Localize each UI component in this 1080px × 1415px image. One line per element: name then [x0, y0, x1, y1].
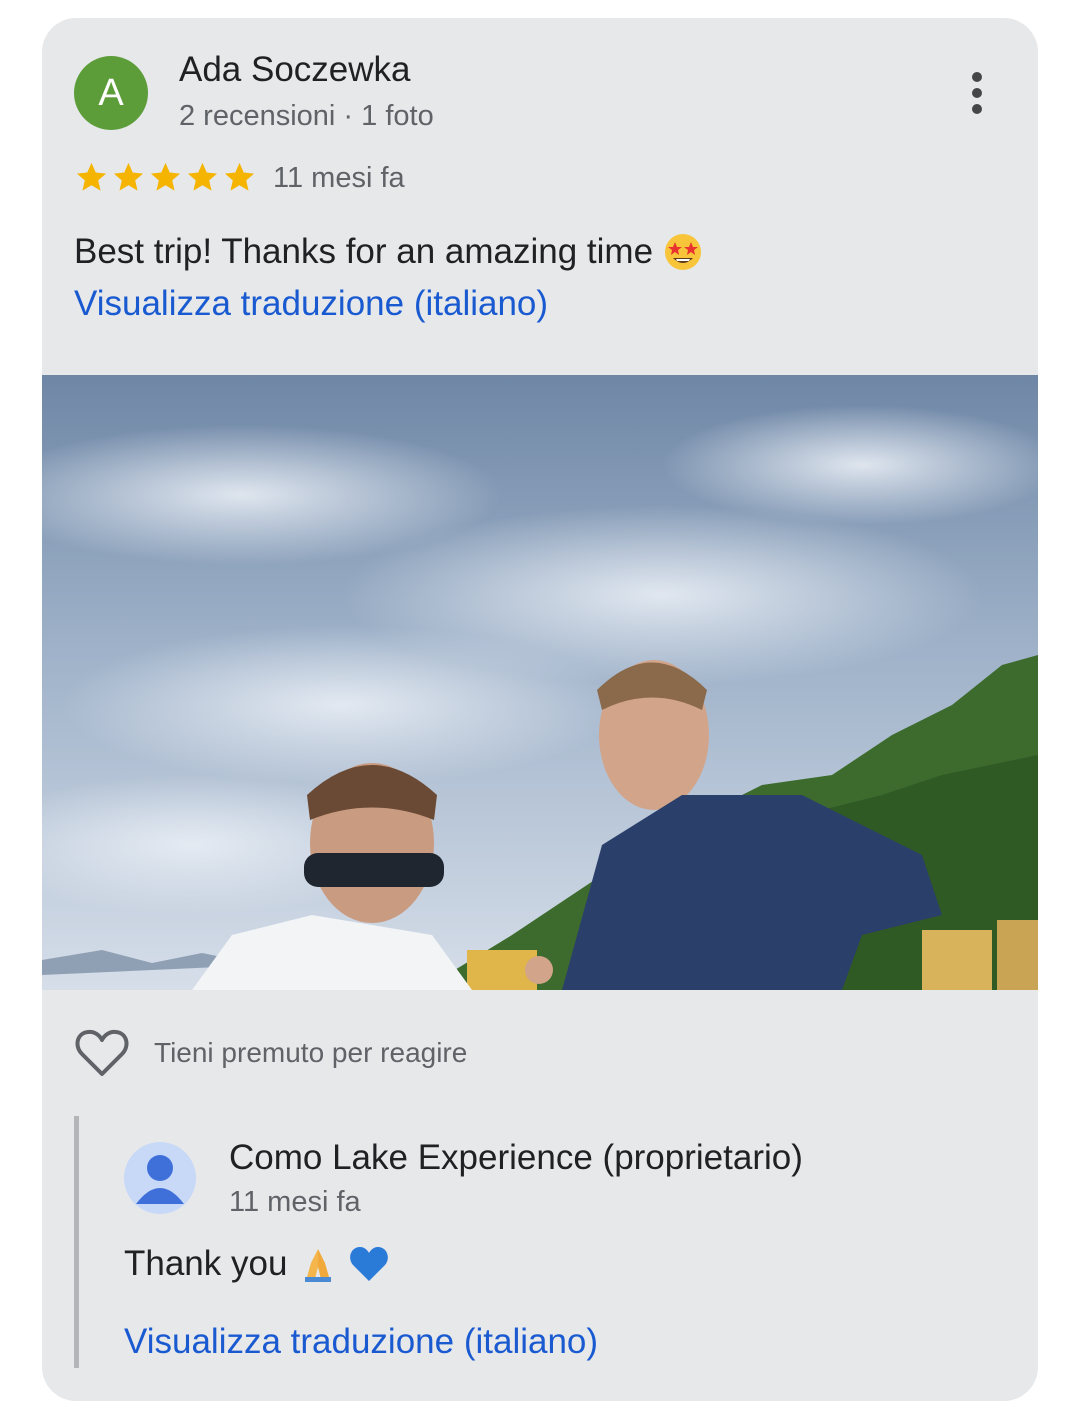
star-struck-emoji: [665, 234, 702, 270]
review-time: 11 mesi fa: [273, 162, 405, 194]
more-vert-icon[interactable]: [952, 68, 1002, 118]
star-icon: [224, 162, 255, 191]
star-rating: [74, 160, 257, 195]
owner-reply-text: Thank you: [124, 1244, 389, 1284]
author-meta: 2 recensioni · 1 foto: [179, 100, 434, 132]
author-name[interactable]: Ada Soczewka: [179, 50, 411, 90]
owner-reply-content: Thank you: [124, 1244, 288, 1283]
author-avatar[interactable]: A: [74, 56, 148, 130]
person-icon: [124, 1142, 196, 1214]
star-icon: [113, 162, 144, 191]
owner-reply-time: 11 mesi fa: [229, 1186, 361, 1218]
star-icon: [187, 162, 218, 191]
review-text-content: Best trip! Thanks for an amazing time: [74, 232, 654, 271]
review-photo[interactable]: [42, 375, 1038, 990]
folded-hands-emoji: [305, 1249, 332, 1282]
review-card: A Ada Soczewka 2 recensioni · 1 foto 11 …: [42, 18, 1038, 1401]
heart-outline-icon[interactable]: [74, 1028, 130, 1078]
view-translation-link[interactable]: Visualizza traduzione (italiano): [74, 284, 548, 324]
star-icon: [150, 162, 181, 191]
owner-reply: Como Lake Experience (proprietario) 11 m…: [74, 1116, 1009, 1368]
reaction-label: Tieni premuto per reagire: [154, 1037, 468, 1068]
reaction-bar[interactable]: Tieni premuto per reagire: [74, 1028, 467, 1078]
review-text: Best trip! Thanks for an amazing time: [74, 232, 703, 272]
owner-name: Como Lake Experience (proprietario): [229, 1138, 803, 1177]
owner-view-translation-link[interactable]: Visualizza traduzione (italiano): [124, 1322, 598, 1362]
blue-heart-emoji: [350, 1247, 389, 1281]
star-icon: [76, 162, 107, 191]
